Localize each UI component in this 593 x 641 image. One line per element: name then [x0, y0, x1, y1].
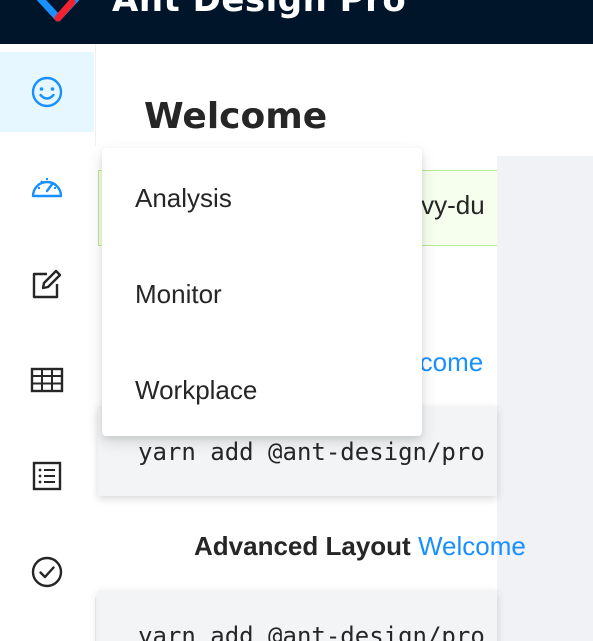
smile-icon	[31, 76, 63, 108]
check-circle-icon	[31, 556, 63, 588]
section-heading-2: Advanced Layout Welcome	[194, 531, 526, 562]
table-icon	[30, 367, 64, 393]
form-icon	[32, 269, 62, 299]
install-command: yarn add @ant-design/pro	[138, 438, 485, 466]
dashboard-icon	[31, 178, 63, 198]
page-title: Welcome	[144, 96, 328, 137]
welcome-link[interactable]: Welcome	[418, 531, 526, 561]
top-header: Ant Design Pro	[0, 0, 593, 44]
section-heading-text: Advanced Layout	[194, 531, 411, 561]
menu-item-analysis[interactable]: Analysis	[102, 150, 422, 246]
sidebar-item-welcome[interactable]	[0, 52, 94, 132]
dashboard-submenu-popup: Analysis Monitor Workplace	[102, 148, 422, 436]
install-command: yarn add @ant-design/pro	[138, 622, 485, 641]
code-block: yarn add @ant-design/pro	[98, 590, 497, 641]
ant-design-logo[interactable]	[28, 0, 88, 26]
menu-item-monitor[interactable]: Monitor	[102, 246, 422, 342]
menu-item-workplace[interactable]: Workplace	[102, 342, 422, 438]
profile-icon	[32, 461, 62, 491]
brand-title[interactable]: Ant Design Pro	[112, 0, 406, 20]
